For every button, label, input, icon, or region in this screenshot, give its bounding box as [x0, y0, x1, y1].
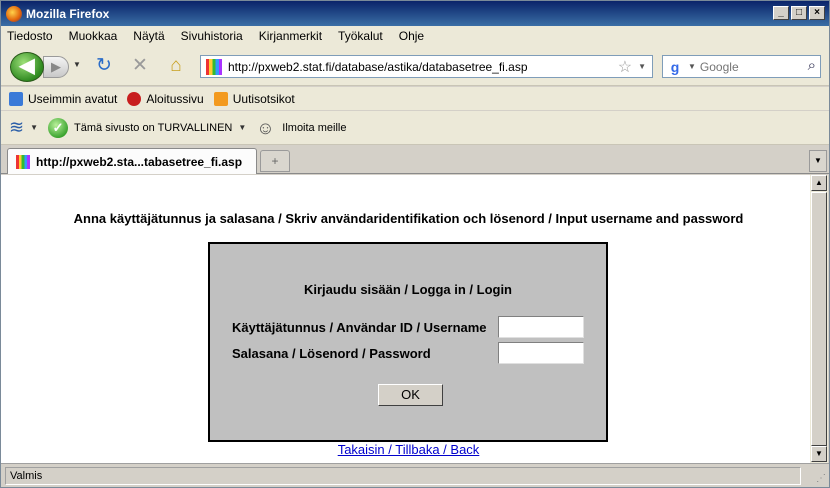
- back-link[interactable]: Takaisin / Tillbaka / Back: [1, 442, 816, 457]
- menu-bar: Tiedosto Muokkaa Näytä Sivuhistoria Kirj…: [1, 26, 829, 46]
- login-box: Kirjaudu sisään / Logga in / Login Käytt…: [208, 242, 608, 442]
- addon-toolbar: ≋ ▼ ✓ Tämä sivusto on TURVALLINEN ▼ ☺ Il…: [1, 111, 829, 145]
- google-engine-icon[interactable]: g: [666, 58, 684, 76]
- bookmark-label: Uutisotsikot: [232, 91, 295, 106]
- url-text[interactable]: http://pxweb2.stat.fi/database/astika/da…: [228, 60, 618, 74]
- history-dropdown-icon[interactable]: ▼: [73, 60, 81, 69]
- engine-dropdown-icon[interactable]: ▼: [688, 62, 696, 71]
- resize-grip-icon[interactable]: ⋰: [816, 473, 826, 484]
- menu-tyokalut[interactable]: Työkalut: [338, 29, 383, 43]
- most-visited-icon: [9, 91, 23, 106]
- tab-list-button[interactable]: ▼: [809, 150, 827, 172]
- menu-ohje[interactable]: Ohje: [399, 29, 424, 43]
- bookmark-label: Useimmin avatut: [28, 91, 118, 106]
- vertical-scrollbar[interactable]: ▲ ▼: [810, 175, 828, 463]
- menu-tiedosto[interactable]: Tiedosto: [7, 29, 53, 43]
- scroll-up-button[interactable]: ▲: [811, 175, 827, 191]
- tab-favicon-icon: [16, 154, 30, 169]
- title-bar: Mozilla Firefox _ □ ×: [1, 1, 829, 26]
- tab-title: http://pxweb2.sta...tabasetree_fi.asp: [36, 154, 243, 169]
- menu-kirjanmerkit[interactable]: Kirjanmerkit: [259, 29, 322, 43]
- username-input[interactable]: [498, 316, 584, 338]
- bookmark-star-icon[interactable]: ☆: [618, 57, 632, 77]
- page-content: Anna käyttäjätunnus ja salasana / Skriv …: [1, 175, 810, 463]
- scroll-thumb[interactable]: [811, 192, 827, 446]
- bookmark-start-page[interactable]: Aloitussivu: [127, 91, 204, 106]
- new-tab-button[interactable]: +: [260, 150, 290, 172]
- reload-icon[interactable]: ↻: [93, 55, 115, 77]
- close-window-button[interactable]: ×: [809, 6, 825, 20]
- status-bar: Valmis ⋰: [1, 463, 829, 487]
- menu-nayta[interactable]: Näytä: [133, 29, 164, 43]
- tab-strip: http://pxweb2.sta...tabasetree_fi.asp + …: [1, 146, 829, 174]
- bookmark-news-feed[interactable]: Uutisotsikot: [213, 91, 295, 106]
- home-icon[interactable]: ⌂: [165, 55, 187, 77]
- bookmark-label: Aloitussivu: [146, 91, 204, 106]
- login-title: Kirjaudu sisään / Logga in / Login: [303, 282, 512, 297]
- back-button[interactable]: ◀: [10, 52, 44, 82]
- rss-icon: [213, 91, 228, 106]
- browser-window: Mozilla Firefox _ □ × Tiedosto Muokkaa N…: [0, 0, 830, 488]
- safe-check-icon: ✓: [48, 117, 69, 138]
- status-text: Valmis: [5, 467, 801, 485]
- menu-sivuhistoria[interactable]: Sivuhistoria: [181, 29, 243, 43]
- ok-button[interactable]: OK: [378, 384, 443, 406]
- url-bar[interactable]: http://pxweb2.stat.fi/database/astika/da…: [200, 55, 653, 78]
- forward-button[interactable]: ▶: [43, 56, 69, 78]
- stop-icon[interactable]: ✕: [129, 55, 151, 77]
- navigation-toolbar: ▶ ◀ ▼ ↻ ✕ ⌂ http://pxweb2.stat.fi/databa…: [1, 46, 829, 86]
- menu-muokkaa[interactable]: Muokkaa: [69, 29, 118, 43]
- window-title: Mozilla Firefox: [26, 6, 110, 21]
- firefox-logo-icon: [6, 5, 22, 22]
- start-page-icon: [127, 91, 142, 106]
- wot-icon[interactable]: ≋: [9, 117, 24, 138]
- report-link[interactable]: Ilmoita meille: [282, 122, 346, 134]
- bookmark-most-visited[interactable]: Useimmin avatut: [9, 91, 118, 106]
- password-input[interactable]: [498, 342, 584, 364]
- minimize-button[interactable]: _: [773, 6, 789, 20]
- site-favicon-icon: [206, 58, 222, 75]
- search-input[interactable]: [699, 59, 800, 74]
- wot-dropdown-icon[interactable]: ▼: [30, 123, 38, 132]
- maximize-button[interactable]: □: [791, 6, 807, 20]
- search-icon[interactable]: ⌕: [808, 57, 816, 74]
- tab-active[interactable]: http://pxweb2.sta...tabasetree_fi.asp: [7, 148, 257, 174]
- report-user-icon[interactable]: ☺: [256, 117, 276, 139]
- url-dropdown-icon[interactable]: ▼: [638, 62, 646, 71]
- page-heading: Anna käyttäjätunnus ja salasana / Skriv …: [73, 211, 744, 226]
- scroll-down-button[interactable]: ▼: [811, 446, 827, 462]
- safe-status-text[interactable]: Tämä sivusto on TURVALLINEN: [74, 122, 232, 134]
- bookmarks-toolbar: Useimmin avatut Aloitussivu Uutisotsikot: [1, 87, 829, 110]
- search-bar[interactable]: g ▼ ⌕: [662, 55, 821, 78]
- safe-dropdown-icon[interactable]: ▼: [238, 123, 246, 132]
- username-label: Käyttäjätunnus / Användar ID / Username: [232, 320, 487, 335]
- password-label: Salasana / Lösenord / Password: [232, 346, 431, 361]
